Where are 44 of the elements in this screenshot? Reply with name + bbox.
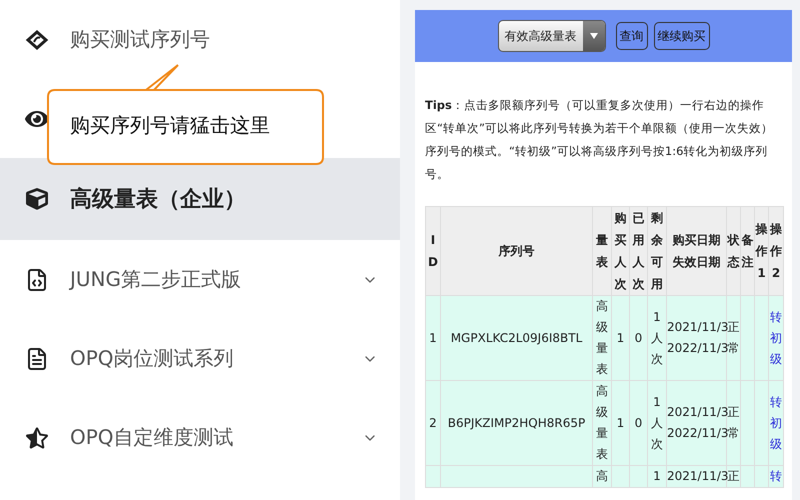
column-header: 备注 <box>740 206 754 296</box>
table-cell: 1 <box>648 466 666 488</box>
table-cell: B6PJKZIMP2HQH8R65P <box>440 380 592 466</box>
column-header: 量表 <box>592 206 612 296</box>
table-cell: 1人次 <box>648 296 666 380</box>
table-cell: 2021/11/3 2022/11/3 <box>666 380 726 466</box>
column-header: 已用人次 <box>630 206 648 296</box>
table-cell: 1 <box>426 296 440 380</box>
table-cell: 正常 <box>726 296 740 380</box>
table-cell: 1 <box>612 380 630 466</box>
table-cell: 高 <box>592 466 612 488</box>
table-cell: 2021/11/3 <box>666 466 726 488</box>
table-cell: 2 <box>426 380 440 466</box>
toolbar-button[interactable]: 查询 <box>616 22 648 50</box>
caret-icon <box>590 33 598 39</box>
table-cell: 正 <box>726 466 740 488</box>
table-cell: MGPXLKC2L09J6I8BTL <box>440 296 592 380</box>
document-icon <box>25 346 49 370</box>
column-header: 剩余可用 <box>648 206 666 296</box>
toolbar-button[interactable]: 继续购买 <box>654 22 710 50</box>
filter-select[interactable]: 有效高级量表 <box>498 20 606 52</box>
cube-icon <box>26 188 48 210</box>
column-header: 购买人次 <box>612 206 630 296</box>
sidebar-item[interactable]: 高级量表（企业） <box>0 158 400 240</box>
column-header: 操作1 <box>754 206 768 296</box>
table-cell: 正常 <box>726 380 740 466</box>
table-cell: 1 <box>612 296 630 380</box>
table-cell: 1人次 <box>648 380 666 466</box>
table-cell: 高级量表 <box>592 296 612 380</box>
diamond-icon <box>25 30 49 50</box>
convert-link[interactable]: 转 <box>769 466 783 487</box>
column-header: 购买日期失效日期 <box>666 206 726 296</box>
star-icon <box>26 426 48 448</box>
callout-text: 购买序列号请猛击这里 <box>70 112 270 139</box>
column-header: ID <box>426 206 440 296</box>
table-cell: 2021/11/3 2022/11/3 <box>666 296 726 380</box>
table-cell: 0 <box>630 296 648 380</box>
file-code-icon <box>25 268 49 292</box>
column-header: 状态 <box>726 206 740 296</box>
tips-text: Tips：点击多限额序列号（可以重复多次使用）一行右边的操作区“转单次”可以将此序列号转换为若干个单限额（使用一次失效）序列号的模式。“转初级”可以将高级序列号按1:6转化为初级序列号。 <box>425 97 774 183</box>
column-header: 序列号 <box>440 206 592 296</box>
column-header: 操作2 <box>768 206 784 296</box>
table-cell: 0 <box>630 380 648 466</box>
table-cell: 高级量表 <box>592 380 612 466</box>
